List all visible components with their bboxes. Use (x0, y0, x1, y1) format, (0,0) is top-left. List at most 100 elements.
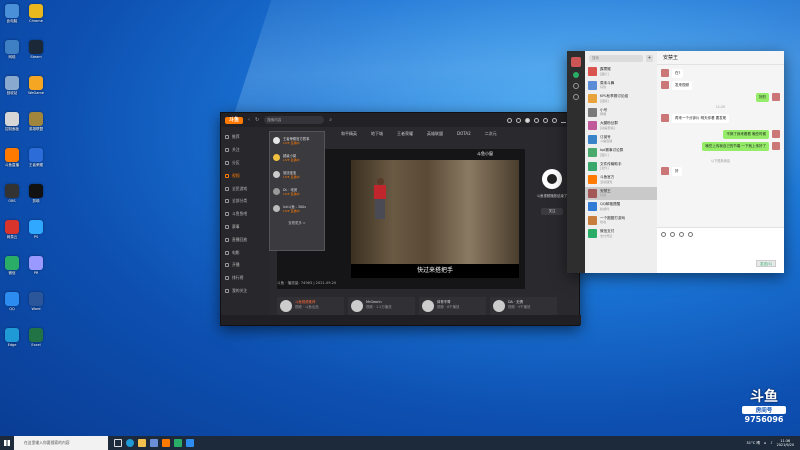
chat-list-item[interactable]: 斗鱼官方 活动通知 (585, 173, 657, 187)
sidebar-menu-item[interactable]: 全部分类 (221, 195, 269, 208)
chat-list-item[interactable]: 霹雳猴 [图片] (585, 65, 657, 79)
contacts-icon[interactable] (573, 83, 579, 89)
chat-list-item[interactable]: QQ邮箱提醒 新邮件 (585, 200, 657, 214)
weather-text[interactable]: 31°C 晴 (746, 441, 760, 446)
chat-list-item[interactable]: 小号 嗯嗯 (585, 106, 657, 120)
desktop-icon[interactable]: 微信 (2, 256, 22, 276)
live-streamer-item[interactable]: 超级小桀 LIVE 直播中 (270, 149, 324, 166)
desktop-icon[interactable]: Chrome (26, 4, 46, 23)
category-tab[interactable]: 王者荣耀 (397, 131, 413, 141)
live-streamer-item[interactable]: DL · 电竞 LIVE 直播中 (270, 183, 324, 200)
chat-list-item[interactable]: kpl赛事讨论群 [图片] (585, 146, 657, 160)
uploader-avatar[interactable] (542, 169, 562, 189)
sidebar-menu-item[interactable]: 视频 (221, 169, 269, 182)
desktop-icon[interactable]: PS (26, 220, 46, 239)
chat-list-item[interactable]: 文件传输助手 [文件] (585, 160, 657, 174)
edge-icon[interactable] (126, 439, 134, 447)
chat-list-item[interactable]: 订阅号 斗鱼直播 (585, 133, 657, 147)
refresh-icon[interactable]: ↻ (255, 117, 259, 123)
sidebar-menu-item[interactable]: 斗鱼鱼吧 (221, 208, 269, 221)
sidebar-menu-item[interactable]: 电影 (221, 246, 269, 259)
desktop-icon[interactable]: 回收站 (2, 76, 22, 96)
search-icon[interactable]: ⌕ (329, 117, 332, 123)
wechat-search-input[interactable]: 搜索 (589, 54, 643, 62)
store-icon[interactable] (150, 439, 158, 447)
live-streamer-item[interactable]: 王者荣耀官方赛事 LIVE 直播中 (270, 132, 324, 149)
history-icon[interactable] (507, 117, 512, 123)
video-frame[interactable] (351, 160, 519, 264)
desktop-icon[interactable]: 网络 (2, 40, 22, 60)
user-avatar-icon[interactable] (525, 117, 530, 123)
desktop-icon[interactable]: 斗鱼直播 (2, 148, 22, 168)
chat-history-icon[interactable] (688, 232, 693, 237)
heart-icon[interactable] (516, 117, 521, 123)
message-icon[interactable] (534, 117, 539, 123)
send-button[interactable]: 发送(S) (756, 260, 776, 267)
desktop-icon[interactable]: Edge (2, 328, 22, 347)
folder-icon[interactable] (670, 232, 675, 237)
wechat-taskbar-icon[interactable] (174, 439, 182, 447)
category-tab[interactable]: 地下城 (371, 131, 383, 141)
clock[interactable]: 11:36 2021/9/20 (777, 439, 794, 447)
emoji-icon[interactable] (661, 232, 666, 237)
see-more-link[interactable]: 查看更多 > (270, 220, 324, 225)
live-streamer-item[interactable]: 旭旭宝宝 LIVE 直播中 (270, 166, 324, 183)
desktop-icon[interactable]: 控制面板 (2, 112, 22, 132)
chat-list-item[interactable]: 周末斗舞 好的 (585, 79, 657, 93)
desktop-icon[interactable]: 网易云 (2, 220, 22, 240)
douyu-window[interactable]: 斗鱼 ‹ ↻ 搜索内容 ⌕ × 推荐关注分区视频全民游戏全部分类斗鱼鱼吧赛事直播… (220, 112, 581, 326)
sidebar-menu-item[interactable]: 开播 (221, 259, 269, 272)
desktop-icon[interactable]: 王者荣耀 (26, 148, 46, 168)
task-view-icon[interactable] (114, 439, 122, 447)
chat-list-item[interactable]: 一个圈圈打游戏 哈哈 (585, 214, 657, 228)
message-input-area[interactable]: 发送(S) (657, 227, 784, 273)
desktop-icon[interactable]: WeGame (26, 76, 46, 95)
desktop-icon[interactable]: QQ (2, 292, 22, 311)
scissors-icon[interactable] (679, 232, 684, 237)
desktop-icon[interactable]: OBS (2, 184, 22, 203)
gift-icon[interactable] (543, 117, 548, 123)
sidebar-menu-item[interactable]: 排行榜 (221, 272, 269, 285)
wechat-window[interactable]: 搜索 + 霹雳猴 [图片] 周末斗舞 好的 KPL秋季赛讨论组 [链接] 小号 嗯嗯 大腿粉丝群… (567, 51, 784, 273)
live-streamer-item[interactable]: Uzi斗鱼 - 300s LIVE 直播中 (270, 200, 324, 217)
chat-list-item[interactable]: KPL秋季赛讨论组 [链接] (585, 92, 657, 106)
sidebar-menu-item[interactable]: 全民游戏 (221, 182, 269, 195)
follow-button[interactable]: 关注 (541, 208, 563, 215)
my-avatar[interactable] (571, 57, 581, 67)
settings-icon[interactable] (552, 117, 557, 123)
favorites-icon[interactable] (573, 94, 579, 100)
volume-icon[interactable]: ♪ (770, 441, 772, 445)
desktop-icon[interactable]: 英雄联盟 (26, 112, 46, 132)
sidebar-menu-item[interactable]: 关注 (221, 144, 269, 157)
category-tab[interactable]: DOTA2 (457, 131, 471, 141)
chat-list-item[interactable]: 安禁王 好的 (585, 186, 657, 200)
desktop-icon[interactable]: 剪映 (26, 184, 46, 204)
minimize-icon[interactable] (561, 118, 566, 123)
douyu-search-input[interactable]: 搜索内容 (264, 116, 325, 124)
desktop-icon[interactable]: Excel (26, 328, 46, 347)
desktop-icon[interactable]: Steam (26, 40, 46, 59)
chat-list-item[interactable]: 大腿粉丝群 [动画表情] (585, 119, 657, 133)
back-icon[interactable]: ‹ (248, 117, 250, 123)
sidebar-menu-item[interactable]: 赛事 (221, 221, 269, 234)
sidebar-menu-item[interactable]: 直播回放 (221, 233, 269, 246)
desktop-icon[interactable]: PR (26, 256, 46, 275)
douyu-taskbar-icon[interactable] (162, 439, 170, 447)
desktop-icon[interactable]: Word (26, 292, 46, 311)
add-icon[interactable]: + (646, 54, 653, 62)
douyu-titlebar[interactable]: 斗鱼 ‹ ↻ 搜索内容 ⌕ × (221, 113, 579, 127)
desktop-icon[interactable]: 此电脑 (2, 4, 22, 24)
chat-list-item[interactable]: 微信支付 支付凭证 (585, 227, 657, 241)
network-icon[interactable]: ⌂ (764, 441, 766, 445)
taskbar-search[interactable]: 在这里输入你要搜索的内容 (14, 436, 108, 450)
category-tab[interactable]: 英雄联盟 (427, 131, 443, 141)
category-tab[interactable]: 二次元 (485, 131, 497, 141)
category-tab[interactable]: 和平精英 (341, 131, 357, 141)
sidebar-menu-item[interactable]: 我的关注 (221, 285, 269, 298)
sidebar-menu-item[interactable]: 分区 (221, 157, 269, 170)
sidebar-menu-item[interactable]: 推荐 (221, 131, 269, 144)
qq-taskbar-icon[interactable] (186, 439, 194, 447)
start-button[interactable] (0, 436, 14, 450)
chats-icon[interactable] (573, 72, 579, 78)
explorer-icon[interactable] (138, 439, 146, 447)
